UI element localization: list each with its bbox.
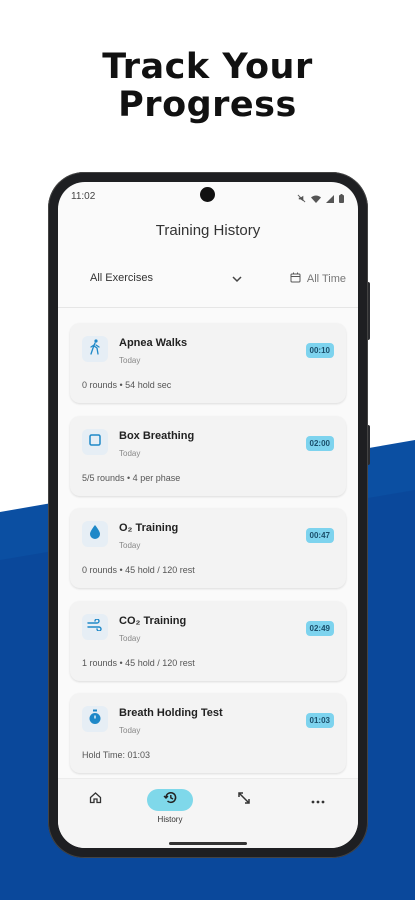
camera-hole	[200, 187, 215, 202]
session-date: Today	[119, 634, 141, 643]
home-indicator	[169, 842, 247, 845]
session-title: Apnea Walks	[119, 337, 188, 349]
session-icon-box	[82, 521, 108, 547]
nav-history[interactable]: History	[147, 789, 193, 829]
session-card[interactable]: CO₂ Training Today 02:49 1 rounds • 45 h…	[70, 601, 346, 681]
calendar-icon	[290, 272, 301, 286]
page-title: Training History	[155, 222, 261, 239]
more-dots-icon	[311, 791, 325, 809]
duration-badge: 01:03	[305, 713, 334, 728]
session-detail: 0 rounds • 54 hold sec	[82, 380, 172, 390]
wind-icon	[87, 618, 103, 636]
walking-icon	[88, 338, 102, 360]
duration-badge: 00:10	[305, 343, 334, 358]
duration-badge: 02:49	[305, 621, 334, 636]
exercise-filter-value: All Exercises	[90, 272, 153, 284]
duration-badge: 00:47	[305, 528, 334, 543]
expand-arrows-icon	[237, 791, 251, 810]
session-title: O₂ Training	[119, 522, 179, 534]
status-icons	[297, 190, 344, 208]
duration-badge: 02:00	[305, 436, 334, 451]
session-title: Breath Holding Test	[119, 707, 223, 719]
phone-frame: 11:02 Training History All Exercises All…	[48, 172, 368, 858]
phone-screen: 11:02 Training History All Exercises All…	[58, 182, 358, 848]
chevron-down-icon	[232, 274, 242, 286]
session-card[interactable]: Breath Holding Test Today 01:03 Hold Tim…	[70, 693, 346, 773]
divider	[58, 307, 358, 308]
session-date: Today	[119, 356, 141, 365]
nav-home[interactable]	[72, 789, 118, 829]
bottom-navigation: History	[58, 778, 358, 848]
filter-bar: All Exercises All Time	[58, 264, 358, 300]
session-icon-box	[82, 706, 108, 732]
status-bar: 11:02	[58, 182, 358, 212]
session-date: Today	[119, 726, 141, 735]
nav-expand-pill	[221, 789, 267, 811]
time-range-value: All Time	[306, 273, 346, 285]
headline-line-1: Track Your	[102, 47, 313, 87]
session-date: Today	[119, 449, 141, 458]
nav-more-pill	[295, 789, 341, 811]
session-icon-box	[82, 614, 108, 640]
headline: Track Your Progress	[0, 48, 415, 124]
session-detail: Hold Time: 01:03	[82, 750, 151, 760]
nav-history-label: History	[157, 815, 183, 824]
session-title: CO₂ Training	[119, 615, 187, 627]
mute-icon	[297, 190, 306, 208]
session-detail: 0 rounds • 45 hold / 120 rest	[82, 565, 195, 575]
home-icon	[89, 791, 102, 809]
time-range-filter[interactable]: All Time	[290, 272, 346, 286]
square-icon	[88, 433, 102, 452]
session-card[interactable]: O₂ Training Today 00:47 0 rounds • 45 ho…	[70, 508, 346, 588]
stopwatch-icon	[88, 709, 102, 730]
headline-line-2: Progress	[118, 85, 297, 125]
battery-icon	[339, 190, 344, 208]
signal-icon	[326, 190, 334, 208]
session-detail: 1 rounds • 45 hold / 120 rest	[82, 658, 195, 668]
nav-home-pill	[72, 789, 118, 811]
wifi-icon	[311, 190, 321, 208]
session-icon-box	[82, 429, 108, 455]
history-icon	[163, 790, 178, 810]
nav-history-pill	[147, 789, 193, 811]
status-time: 11:02	[71, 191, 96, 202]
session-date: Today	[119, 541, 141, 550]
session-card[interactable]: Apnea Walks Today 00:10 0 rounds • 54 ho…	[70, 323, 346, 403]
session-title: Box Breathing	[119, 430, 195, 442]
session-card[interactable]: Box Breathing Today 02:00 5/5 rounds • 4…	[70, 416, 346, 496]
session-icon-box	[82, 336, 108, 362]
nav-expand[interactable]	[221, 789, 267, 829]
session-detail: 5/5 rounds • 4 per phase	[82, 473, 181, 483]
nav-more[interactable]	[295, 789, 341, 829]
exercise-filter-dropdown[interactable]: All Exercises	[90, 272, 242, 292]
water-drop-icon	[89, 524, 101, 544]
